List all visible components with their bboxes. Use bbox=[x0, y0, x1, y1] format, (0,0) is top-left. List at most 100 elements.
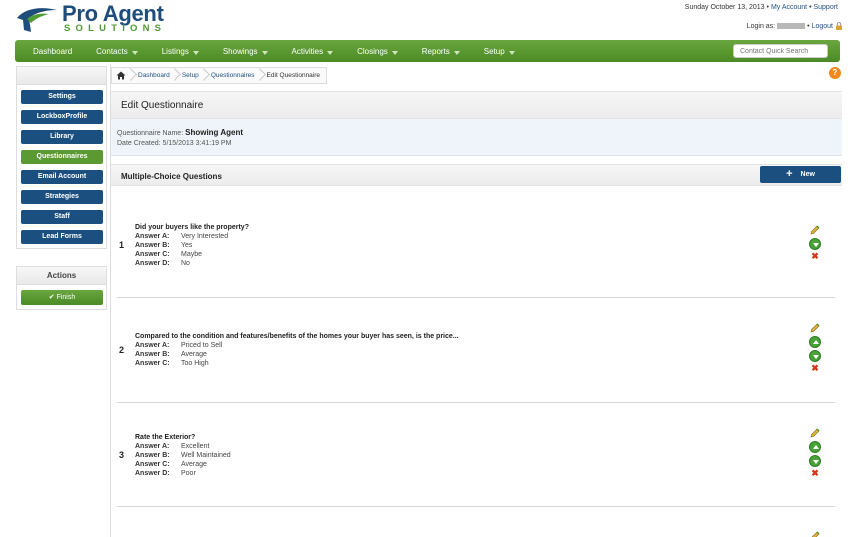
delete-icon[interactable]: ✖ bbox=[809, 469, 821, 481]
sidebar-item-email-account[interactable]: Email Account bbox=[21, 170, 103, 184]
sidebar-item-lead-forms[interactable]: Lead Forms bbox=[21, 230, 103, 244]
sidebar-item-strategies[interactable]: Strategies bbox=[21, 190, 103, 204]
login-info: Login as: • Logout bbox=[747, 22, 843, 30]
actions-title: Actions bbox=[17, 267, 106, 285]
edit-pencil-icon[interactable] bbox=[809, 530, 821, 537]
redacted-username bbox=[777, 23, 806, 29]
answer-row: Answer D: No bbox=[135, 260, 190, 267]
plus-icon: + bbox=[786, 168, 793, 180]
main-nav-bar: Dashboard Contacts Listings Showings Act… bbox=[15, 40, 840, 62]
sidebar-item-settings[interactable]: Settings bbox=[21, 90, 103, 104]
answer-row: Answer C: Too High bbox=[135, 360, 209, 367]
question-text: Rate the Exterior? bbox=[135, 434, 196, 441]
question-text: Did your buyers like the property? bbox=[135, 224, 249, 231]
date-created-line: Date Created: 5/15/2013 3:41:19 PM bbox=[117, 140, 232, 147]
breadcrumb-dashboard[interactable]: Dashboard bbox=[138, 72, 170, 79]
sidebar-header bbox=[17, 67, 106, 85]
move-up-icon[interactable] bbox=[809, 441, 821, 453]
page-title: Edit Questionnaire bbox=[121, 100, 204, 111]
nav-reports[interactable]: Reports bbox=[410, 40, 472, 62]
sidebar-item-library[interactable]: Library bbox=[21, 130, 103, 144]
lock-icon bbox=[836, 22, 842, 30]
sidebar-item-lockbox-profile[interactable]: LockboxProfile bbox=[21, 110, 103, 124]
nav-showings[interactable]: Showings bbox=[211, 40, 280, 62]
chevron-down-icon bbox=[508, 50, 515, 55]
chevron-down-icon bbox=[261, 50, 268, 55]
answer-row: Answer C: Maybe bbox=[135, 251, 203, 258]
delete-icon[interactable]: ✖ bbox=[809, 252, 821, 264]
question-number: 3 bbox=[119, 450, 125, 460]
question-number: 1 bbox=[119, 240, 125, 250]
question-tools: ✖ bbox=[809, 427, 823, 483]
answer-row: Answer B: Yes bbox=[135, 242, 193, 249]
move-down-icon[interactable] bbox=[809, 455, 821, 467]
move-down-icon[interactable] bbox=[809, 350, 821, 362]
move-down-icon[interactable] bbox=[809, 238, 821, 250]
questionnaire-name-line: Questionnaire Name: Showing Agent bbox=[117, 128, 244, 137]
current-date: Sunday October 13, 2013 • bbox=[684, 4, 769, 11]
answer-row: Answer B: Average bbox=[135, 351, 207, 358]
question-row: 1 Did your buyers like the property? Ans… bbox=[117, 190, 835, 298]
chevron-down-icon bbox=[327, 50, 334, 55]
actions-panel: Actions ✔ Finish bbox=[16, 266, 107, 310]
support-link[interactable]: Support bbox=[813, 4, 838, 11]
question-body: Did your buyers like the property? Answe… bbox=[135, 223, 249, 268]
nav-closings[interactable]: Closings bbox=[345, 40, 410, 62]
chevron-down-icon bbox=[453, 50, 460, 55]
question-row: 2 Compared to the condition and features… bbox=[117, 298, 835, 403]
nav-activities[interactable]: Activities bbox=[280, 40, 346, 62]
questionnaire-name: Showing Agent bbox=[185, 128, 244, 137]
nav-setup[interactable]: Setup bbox=[472, 40, 527, 62]
question-tools: ✖ bbox=[809, 224, 823, 266]
questionnaire-info: Questionnaire Name: Showing Agent Date C… bbox=[111, 119, 842, 156]
question-tools bbox=[809, 530, 823, 537]
contact-quick-search-input[interactable] bbox=[733, 44, 828, 58]
breadcrumb-questionnaires[interactable]: Questionnaires bbox=[211, 72, 255, 79]
finish-label: Finish bbox=[56, 294, 76, 301]
breadcrumb: Dashboard Setup Questionnaires Edit Ques… bbox=[111, 67, 328, 84]
edit-pencil-icon[interactable] bbox=[809, 427, 821, 439]
sidebar-item-questionnaires[interactable]: Questionnaires bbox=[21, 150, 103, 164]
pro-agent-logo[interactable]: Pro Agent SOLUTIONS bbox=[15, 1, 195, 35]
breadcrumb-edit-questionnaire: Edit Questionnaire bbox=[266, 72, 321, 79]
nav-dashboard[interactable]: Dashboard bbox=[21, 40, 84, 62]
move-up-icon[interactable] bbox=[809, 336, 821, 348]
finish-button[interactable]: ✔ Finish bbox=[21, 290, 103, 305]
answer-row: Answer A: Very Interested bbox=[135, 233, 229, 240]
section-title: Multiple-Choice Questions bbox=[121, 172, 222, 181]
logo-swoosh-icon bbox=[17, 8, 57, 33]
multiple-choice-header: Multiple-Choice Questions + New bbox=[111, 164, 842, 186]
header-date-links: Sunday October 13, 2013 • My Account • S… bbox=[684, 4, 838, 11]
answer-row: Answer A: Excellent bbox=[135, 443, 210, 450]
question-body: Rate the Exterior? Answer A: Excellent An… bbox=[135, 433, 231, 478]
answer-row: Answer D: Poor bbox=[135, 470, 196, 477]
sidebar-item-staff[interactable]: Staff bbox=[21, 210, 103, 224]
date-created: 5/15/2013 3:41:19 PM bbox=[162, 140, 232, 147]
chevron-down-icon bbox=[391, 50, 398, 55]
question-row: 3 Rate the Exterior? Answer A: Excellent … bbox=[117, 403, 835, 507]
question-number: 2 bbox=[119, 345, 125, 355]
answer-row: Answer B: Well Maintained bbox=[135, 452, 231, 459]
edit-pencil-icon[interactable] bbox=[809, 224, 821, 236]
question-body: Compared to the condition and features/b… bbox=[135, 332, 459, 368]
question-tools: ✖ bbox=[809, 322, 823, 378]
login-label: Login as: bbox=[746, 22, 776, 30]
new-question-button[interactable]: + New bbox=[760, 166, 841, 183]
breadcrumb-setup[interactable]: Setup bbox=[182, 72, 199, 79]
nav-listings[interactable]: Listings bbox=[150, 40, 211, 62]
nav-contacts[interactable]: Contacts bbox=[84, 40, 150, 62]
settings-sidebar: Settings LockboxProfile Library Question… bbox=[16, 66, 107, 249]
answer-row: Answer A: Priced to Sell bbox=[135, 342, 223, 349]
delete-icon[interactable]: ✖ bbox=[809, 364, 821, 376]
logo-tagline: SOLUTIONS bbox=[64, 23, 167, 34]
chevron-down-icon bbox=[131, 50, 138, 55]
help-icon[interactable]: ? bbox=[829, 67, 841, 79]
logout-link[interactable]: Logout bbox=[812, 23, 833, 30]
check-icon: ✔ bbox=[48, 294, 55, 301]
main-content: Dashboard Setup Questionnaires Edit Ques… bbox=[110, 64, 842, 537]
answer-row: Answer C: Average bbox=[135, 461, 207, 468]
edit-pencil-icon[interactable] bbox=[809, 322, 821, 334]
my-account-link[interactable]: My Account bbox=[771, 4, 807, 11]
chevron-down-icon bbox=[192, 50, 199, 55]
question-text: Compared to the condition and features/b… bbox=[135, 333, 459, 340]
